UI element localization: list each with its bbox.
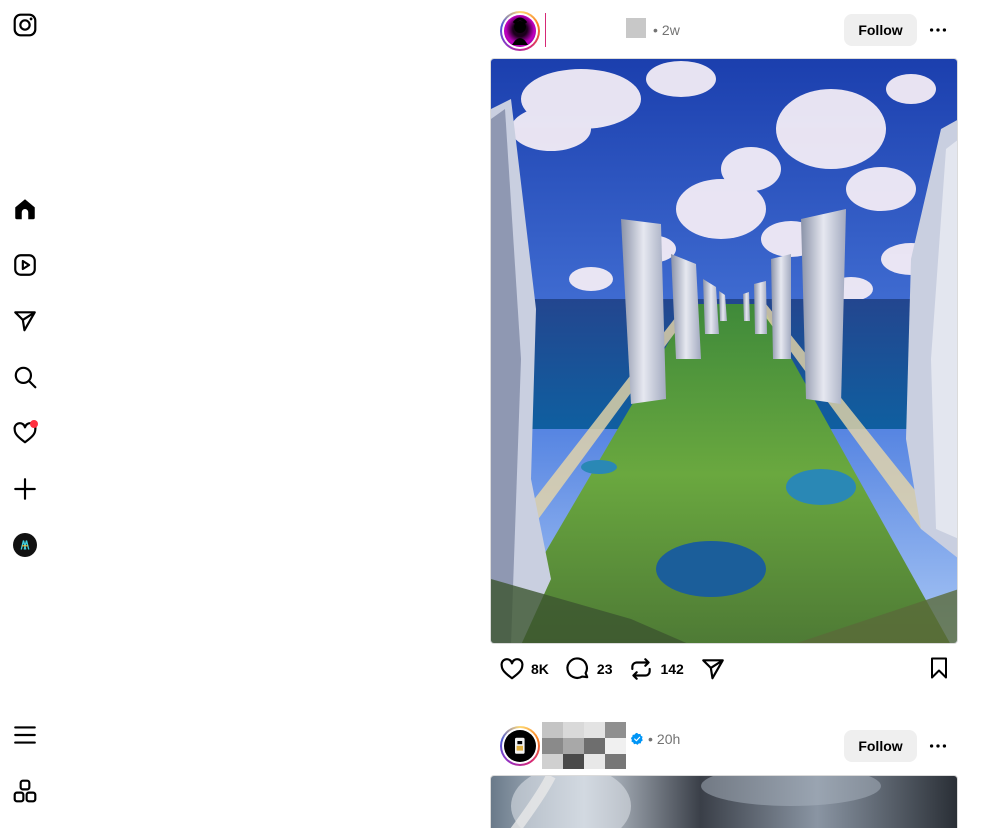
repost-button[interactable]: 142 [628, 656, 684, 682]
send-icon [14, 311, 36, 332]
like-button[interactable]: 8K [499, 656, 549, 682]
post-image[interactable] [490, 775, 958, 828]
send-icon [702, 659, 724, 680]
notification-badge [30, 420, 38, 428]
post-header: • 2w Follow [489, 0, 959, 58]
profile-avatar-icon [20, 540, 30, 550]
post-time[interactable]: 20h [657, 731, 680, 747]
username-redacted[interactable] [542, 722, 626, 769]
repost-count[interactable]: 142 [660, 661, 683, 677]
dot-separator: • [648, 731, 653, 747]
sidebar-item-messages[interactable] [9, 305, 41, 337]
heart-icon [500, 658, 524, 680]
sidebar [0, 0, 50, 828]
comment-icon [566, 657, 589, 680]
sidebar-item-more[interactable] [9, 719, 41, 751]
grid-apps-icon [13, 779, 37, 803]
bookmark-icon [931, 657, 947, 679]
post-image-partial [510, 776, 881, 828]
post: • 2w Follow 8K 23 142 [489, 0, 959, 680]
post-time[interactable]: 2w [662, 22, 680, 38]
avatar-silhouette-icon [512, 17, 528, 45]
post-author-avatar[interactable] [500, 11, 540, 51]
save-button[interactable] [927, 656, 951, 685]
more-horizontal-icon [929, 28, 947, 32]
post: • 20h Follow [489, 716, 959, 828]
follow-button[interactable]: Follow [844, 14, 917, 46]
avatar-logo-icon [515, 738, 525, 754]
post-actions: 8K 23 142 [499, 654, 951, 684]
post-author-avatar[interactable] [500, 726, 540, 766]
more-horizontal-icon [929, 744, 947, 748]
verified-badge-icon [630, 732, 643, 745]
share-button[interactable] [700, 656, 726, 682]
sidebar-item-reels[interactable] [9, 249, 41, 281]
instagram-icon [13, 13, 37, 37]
like-count[interactable]: 8K [531, 661, 549, 677]
comment-count[interactable]: 23 [597, 661, 613, 677]
repost-icon [631, 658, 652, 680]
sidebar-item-search[interactable] [9, 361, 41, 393]
sidebar-item-notifications[interactable] [9, 417, 41, 449]
sidebar-item-also-from-meta[interactable] [9, 775, 41, 807]
sidebar-item-create[interactable] [9, 473, 41, 505]
username-redacted[interactable] [626, 18, 646, 38]
home-icon [15, 199, 35, 220]
post-image[interactable] [490, 58, 958, 644]
sidebar-item-home[interactable] [9, 193, 41, 225]
more-options-button[interactable] [923, 731, 953, 761]
instagram-logo[interactable] [9, 9, 41, 41]
divider [545, 13, 546, 47]
dot-separator: • [653, 22, 658, 38]
post-header: • 20h Follow [489, 716, 959, 774]
more-options-button[interactable] [923, 15, 953, 45]
search-icon [14, 366, 37, 389]
post-meta: • 20h [630, 731, 680, 747]
avatar [13, 533, 37, 557]
plus-icon [14, 478, 36, 500]
landscape-illustration [491, 59, 957, 643]
post-meta: • 2w [653, 22, 680, 38]
sidebar-item-profile[interactable] [9, 529, 41, 561]
comment-button[interactable]: 23 [565, 656, 613, 682]
follow-button[interactable]: Follow [844, 730, 917, 762]
menu-icon [14, 726, 36, 744]
reels-icon [14, 254, 36, 276]
